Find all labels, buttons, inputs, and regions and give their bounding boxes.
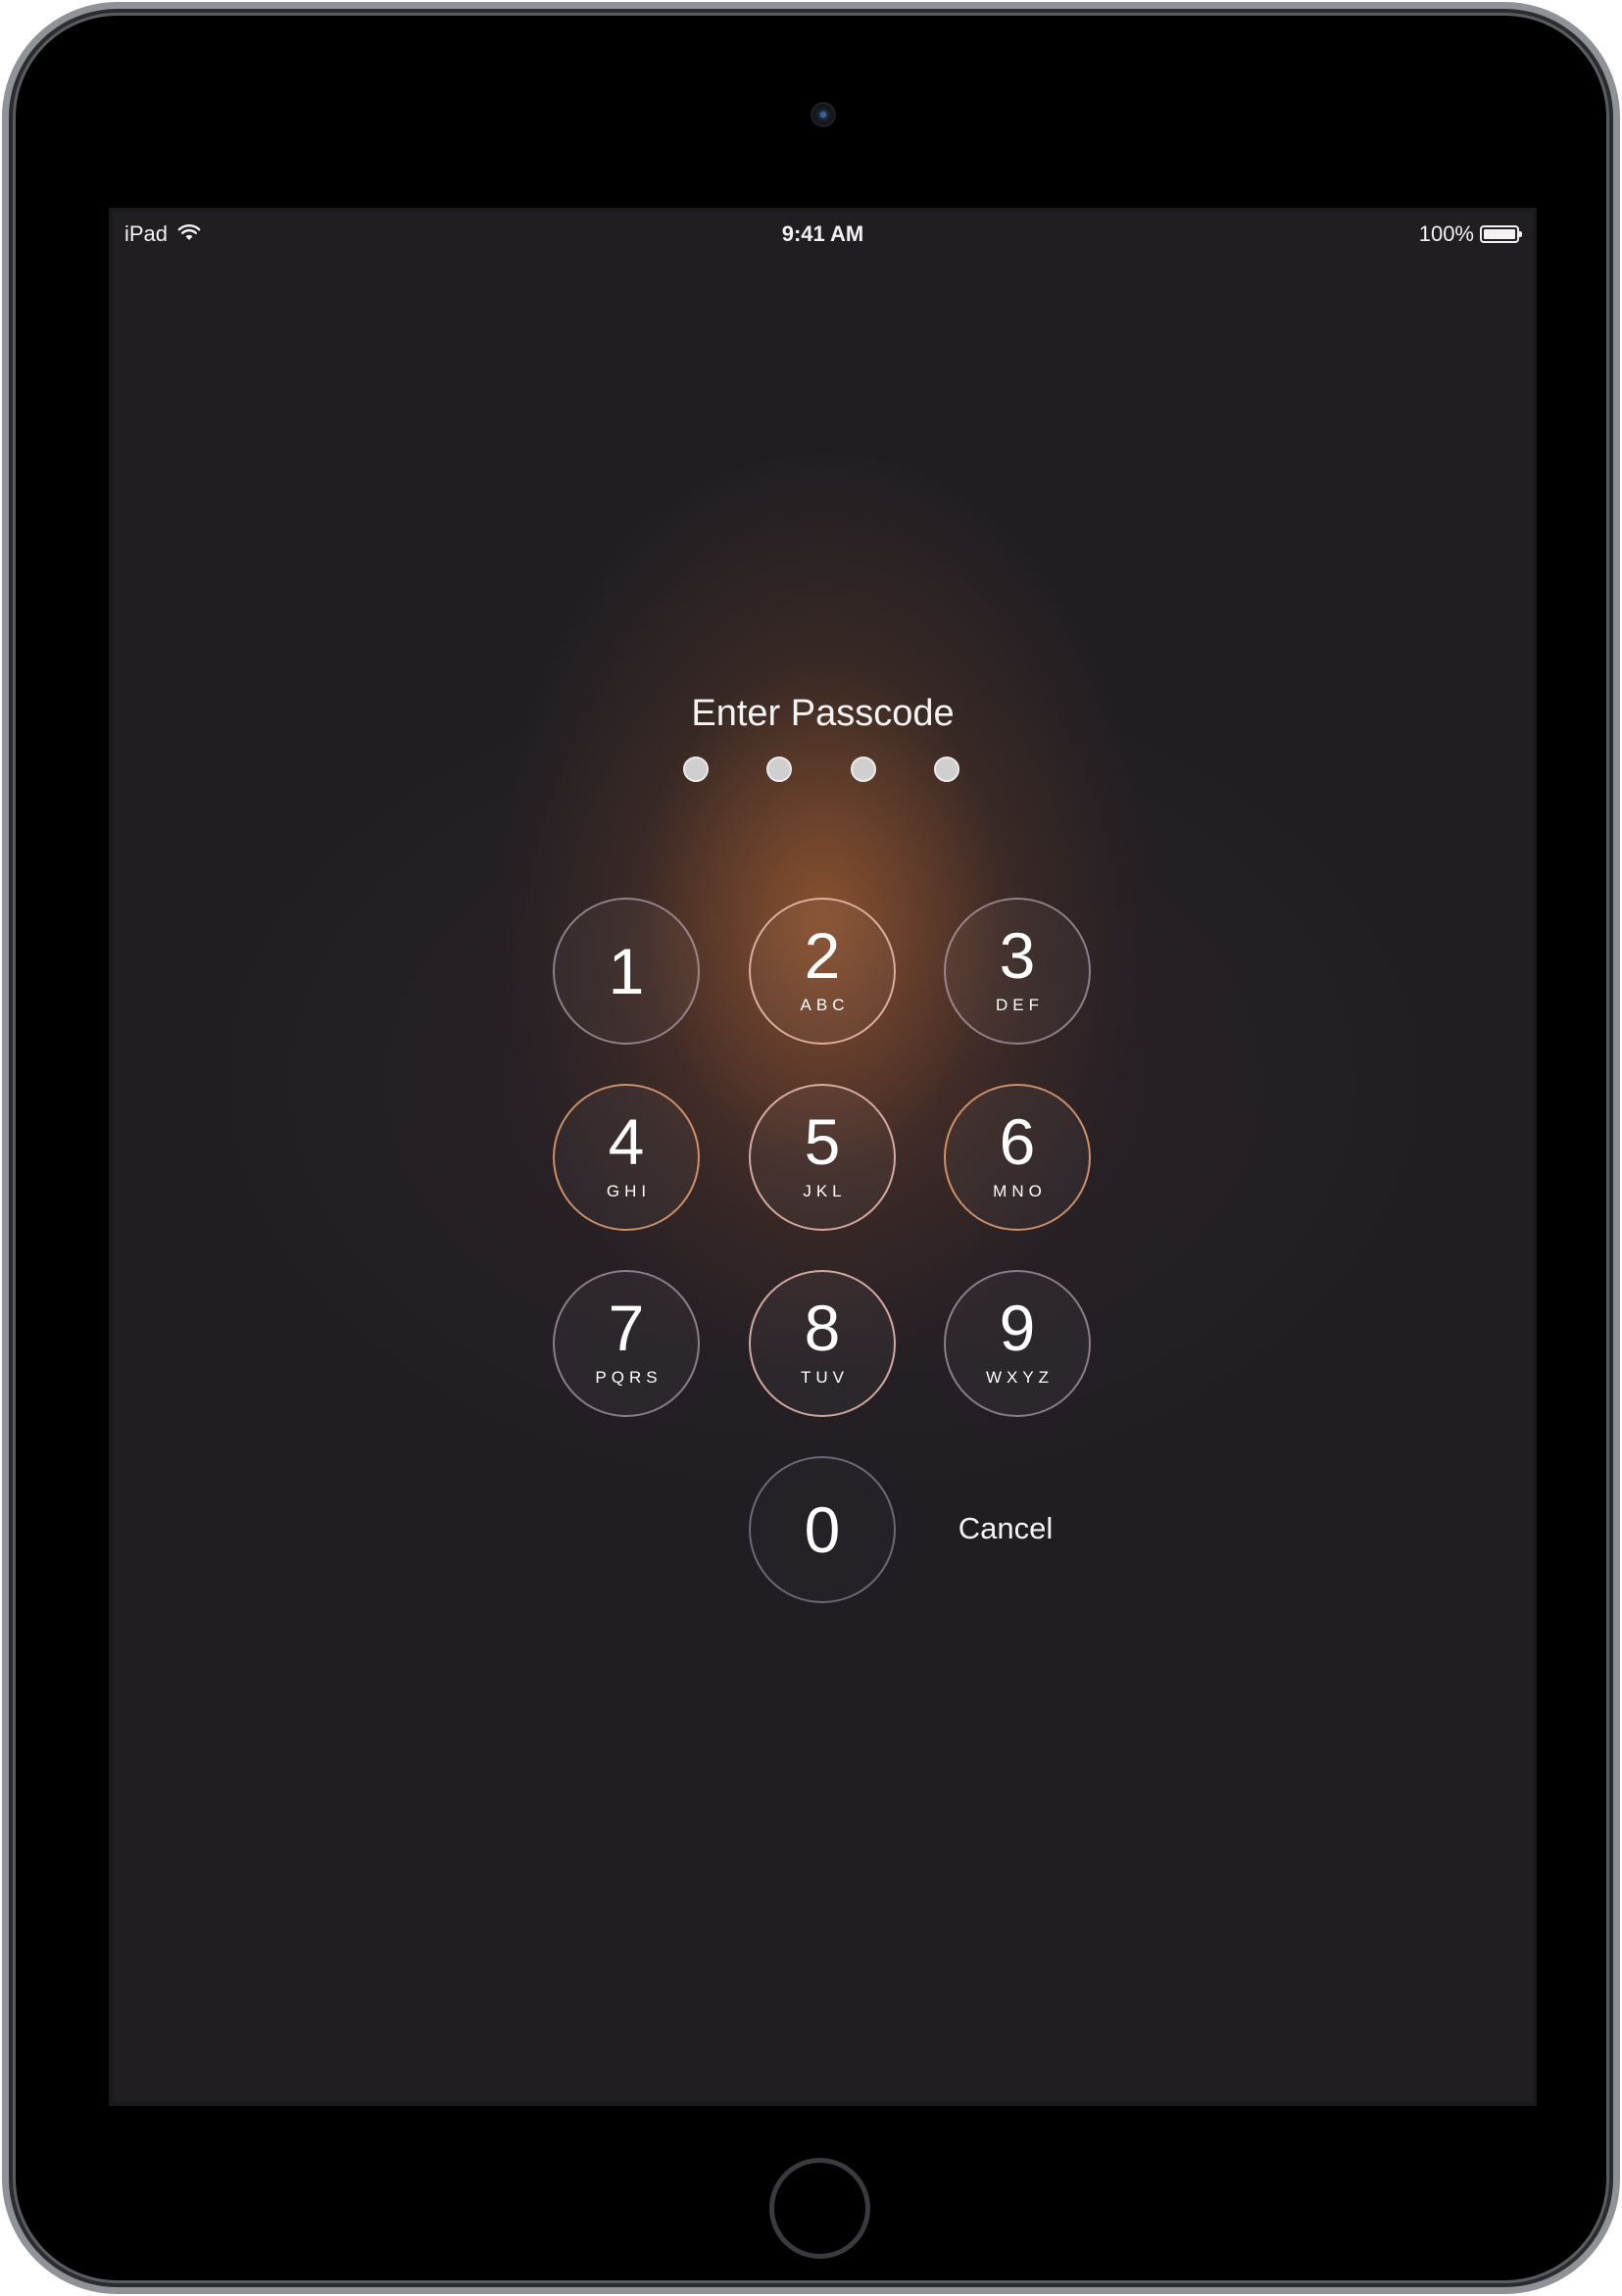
lock-screen: iPad 9:41 AM 100% Enter Passcode 1 2 ABC… xyxy=(109,208,1537,2106)
key-7[interactable]: 7 PQRS xyxy=(553,1270,700,1417)
key-5[interactable]: 5 JKL xyxy=(749,1084,896,1231)
key-digit: 3 xyxy=(999,919,1036,992)
passcode-dots xyxy=(681,757,965,786)
key-4[interactable]: 4 GHI xyxy=(553,1084,700,1231)
key-letters: DEF xyxy=(996,996,1044,1014)
key-digit: 8 xyxy=(804,1292,841,1364)
key-letters: ABC xyxy=(800,996,850,1014)
key-8[interactable]: 8 TUV xyxy=(749,1270,896,1417)
passcode-dot xyxy=(934,757,959,782)
status-right: 100% xyxy=(1418,221,1522,247)
status-time: 9:41 AM xyxy=(781,221,864,246)
key-1[interactable]: 1 xyxy=(553,898,700,1045)
key-digit: 4 xyxy=(608,1105,645,1178)
status-bar: iPad 9:41 AM 100% xyxy=(109,208,1537,259)
key-2[interactable]: 2 ABC xyxy=(749,898,896,1045)
key-digit: 7 xyxy=(608,1292,645,1364)
battery-tip xyxy=(1519,231,1522,237)
key-digit: 0 xyxy=(804,1493,841,1566)
battery-level-fill xyxy=(1484,229,1515,239)
key-letters: GHI xyxy=(606,1182,652,1200)
key-letters: MNO xyxy=(993,1182,1047,1200)
key-letters: JKL xyxy=(803,1182,847,1200)
passcode-prompt: Enter Passcode xyxy=(691,693,955,734)
front-camera xyxy=(811,102,836,127)
cancel-button[interactable]: Cancel xyxy=(947,1511,1064,1546)
key-digit: 6 xyxy=(999,1105,1036,1178)
battery-percent: 100% xyxy=(1418,221,1474,246)
passcode-dot xyxy=(683,757,709,782)
passcode-dot xyxy=(766,757,792,782)
battery-icon xyxy=(1480,225,1522,243)
key-6[interactable]: 6 MNO xyxy=(944,1084,1091,1231)
key-letters: PQRS xyxy=(595,1368,663,1387)
key-0[interactable]: 0 xyxy=(749,1456,896,1603)
key-letters: WXYZ xyxy=(985,1368,1055,1387)
key-3[interactable]: 3 DEF xyxy=(944,898,1091,1045)
key-digit: 5 xyxy=(804,1105,841,1178)
key-digit: 9 xyxy=(999,1292,1036,1364)
key-digit: 1 xyxy=(608,935,645,1007)
key-letters: TUV xyxy=(801,1368,849,1387)
key-digit: 2 xyxy=(804,919,841,992)
ipad-device-frame: iPad 9:41 AM 100% Enter Passcode 1 2 ABC… xyxy=(2,2,1620,2294)
home-button[interactable] xyxy=(769,2158,870,2259)
passcode-dot xyxy=(851,757,876,782)
key-9[interactable]: 9 WXYZ xyxy=(944,1270,1091,1417)
